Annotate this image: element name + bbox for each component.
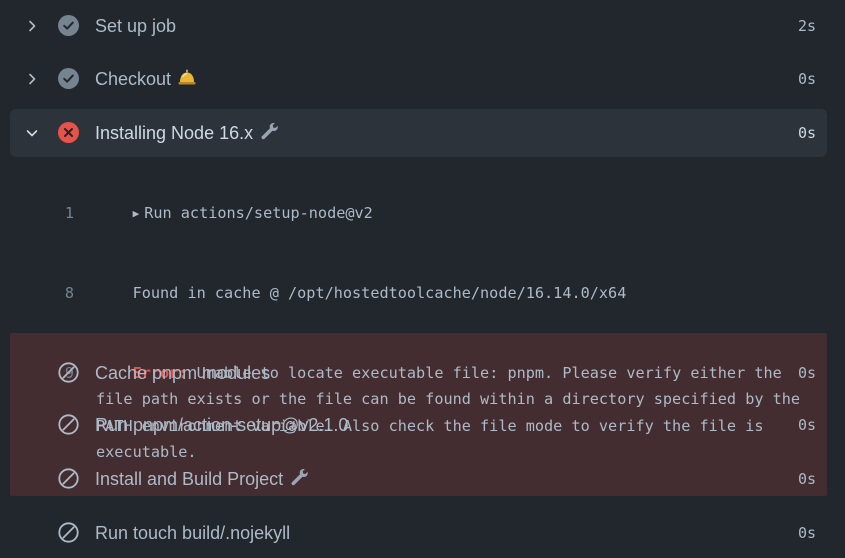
step-duration: 0s	[797, 70, 816, 88]
chevron-right-icon	[29, 20, 36, 32]
wrench-emoji-icon	[261, 122, 278, 140]
skipped-icon	[58, 522, 79, 543]
step-label: Run touch build/.nojekyll	[95, 523, 291, 543]
step-label: Install and Build Project	[95, 455, 309, 503]
step-duration: 0s	[797, 364, 816, 382]
skipped-icon	[58, 414, 79, 435]
log-text: Run actions/setup-node@v2	[144, 203, 373, 222]
step-run-touch-nojekyll[interactable]: Run touch build/.nojekyll 0s	[10, 509, 827, 557]
step-install-and-build[interactable]: Install and Build Project 0s	[10, 455, 827, 503]
step-installing-node[interactable]: Installing Node 16.x 0s	[10, 109, 827, 157]
success-check-icon	[58, 68, 79, 89]
step-label: Set up job	[95, 16, 177, 36]
skipped-icon	[58, 468, 79, 489]
log-line[interactable]: 1 ▶ Run actions/setup-node@v2	[10, 173, 827, 254]
failure-x-icon	[58, 122, 79, 143]
step-label: Cache pnpm modules	[95, 363, 271, 383]
wrench-emoji-icon	[291, 468, 308, 486]
step-duration: 0s	[797, 470, 816, 488]
success-check-icon	[58, 15, 79, 36]
chevron-down-icon	[26, 130, 38, 137]
chevron-right-icon	[29, 73, 36, 85]
step-label: Installing Node 16.x	[95, 109, 279, 157]
skipped-icon	[58, 362, 79, 383]
expand-group-icon[interactable]: ▶	[133, 201, 140, 228]
step-label: Checkout	[95, 55, 197, 103]
line-number[interactable]: 1	[10, 200, 74, 227]
step-duration: 0s	[797, 416, 816, 434]
step-checkout[interactable]: Checkout 0s	[10, 55, 827, 103]
step-set-up-job[interactable]: Set up job 2s	[10, 2, 827, 50]
line-number[interactable]: 8	[10, 280, 74, 307]
step-duration: 0s	[797, 524, 816, 542]
step-duration: 0s	[797, 124, 816, 142]
step-run-pnpm-action-setup[interactable]: Run pnpm/action-setup@v2.1.0 0s	[10, 401, 827, 449]
log-line[interactable]: 8 Found in cache @ /opt/hostedtoolcache/n…	[10, 254, 827, 334]
step-label: Run pnpm/action-setup@v2.1.0	[95, 415, 349, 435]
bell-emoji-icon	[178, 69, 196, 85]
step-cache-pnpm[interactable]: Cache pnpm modules 0s	[10, 349, 827, 397]
step-duration: 2s	[797, 17, 816, 35]
log-text: Found in cache @ /opt/hostedtoolcache/no…	[132, 284, 627, 302]
